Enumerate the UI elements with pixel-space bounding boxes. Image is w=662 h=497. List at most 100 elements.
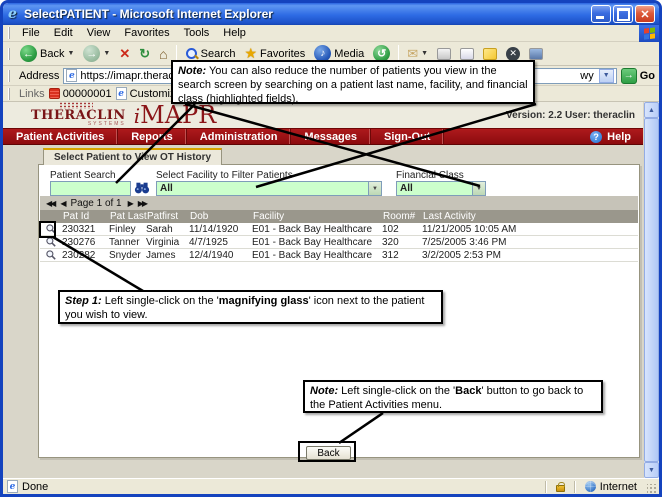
maximize-button[interactable] (613, 5, 633, 23)
link-00000001[interactable]: 00000001 (49, 88, 112, 100)
scroll-up-icon[interactable]: ▲ (644, 102, 659, 118)
table-row: 230276 Tanner Virginia 4/7/1925 E01 - Ba… (40, 236, 638, 249)
patient-search-label: Patient Search (50, 170, 116, 181)
menu-help[interactable]: Help (216, 26, 253, 40)
menu-tools[interactable]: Tools (177, 26, 217, 40)
pagination-bar: ◀◀ ◀ Page 1 of 1 ▶ ▶▶ (40, 196, 638, 210)
title-bar: e SelectPATIENT - Microsoft Internet Exp… (3, 3, 659, 25)
forward-nav-button[interactable]: → ▼ (79, 44, 114, 63)
back-nav-button[interactable]: ← Back ▼ (16, 44, 78, 63)
financial-dropdown-icon: ▼ (472, 182, 485, 195)
home-button[interactable]: ⌂ (155, 45, 171, 63)
callout-step1: Step 1: Left single-click on the 'magnif… (58, 290, 443, 324)
refresh-icon: ↻ (139, 46, 150, 62)
page-indicator: Page 1 of 1 (70, 198, 121, 209)
facility-dropdown-icon: ▼ (368, 182, 381, 195)
address-grip (8, 70, 12, 82)
magnifier-highlight-box (39, 221, 56, 238)
financial-class-select[interactable]: All ▼ (396, 181, 486, 196)
search-icon (185, 47, 198, 60)
minimize-button[interactable] (591, 5, 611, 23)
stop-icon: ✕ (119, 46, 130, 62)
link-ie-icon: e (116, 87, 127, 100)
table-row: 230282 Snyder James 12/4/1940 E01 - Back… (40, 249, 638, 262)
nav-reports[interactable]: Reports (118, 129, 187, 144)
internet-zone-icon (585, 481, 596, 492)
menu-grip (8, 27, 12, 39)
forward-dropdown-icon: ▼ (103, 50, 110, 57)
logo-dots-icon (59, 102, 93, 109)
browser-window: e SelectPATIENT - Microsoft Internet Exp… (0, 0, 662, 497)
facility-select[interactable]: All ▼ (156, 181, 382, 196)
nav-messages[interactable]: Messages (291, 129, 371, 144)
nav-administration[interactable]: Administration (187, 129, 292, 144)
scrollbar-thumb[interactable] (644, 118, 659, 462)
lock-icon (556, 485, 565, 492)
research-icon (529, 48, 543, 60)
back-icon: ← (20, 45, 37, 62)
back-button-highlight-box (298, 441, 356, 462)
tab-select-patient[interactable]: Select Patient to View OT History (43, 148, 222, 165)
stop-button[interactable]: ✕ (115, 45, 134, 63)
refresh-button[interactable]: ↻ (135, 45, 154, 63)
last-page-button[interactable]: ▶▶ (138, 199, 146, 208)
links-grip (8, 88, 12, 100)
financial-class-label: Financial Class (396, 170, 464, 181)
nav-patient-activities[interactable]: Patient Activities (3, 129, 118, 144)
menu-view[interactable]: View (80, 26, 118, 40)
toolbar-grip (8, 48, 12, 60)
callout-note-search: Note: You can also reduce the number of … (171, 60, 535, 104)
magnifying-glass-icon[interactable] (45, 249, 57, 261)
menu-edit[interactable]: Edit (47, 26, 80, 40)
resize-grip[interactable] (647, 484, 657, 494)
next-page-button[interactable]: ▶ (128, 199, 132, 208)
go-arrow-icon: → (621, 68, 637, 84)
edit-icon (460, 48, 474, 60)
patient-search-input[interactable] (50, 181, 131, 196)
binoculars-icon[interactable] (134, 181, 150, 197)
address-dropdown-icon[interactable]: ▼ (599, 69, 614, 83)
links-label: Links (19, 88, 45, 100)
notes-button[interactable] (479, 47, 501, 61)
app-nav-bar: Patient Activities Reports Administratio… (3, 128, 643, 145)
table-row: 230321 Finley Sarah 11/14/1920 E01 - Bac… (40, 223, 638, 236)
first-page-button[interactable]: ◀◀ (46, 199, 54, 208)
notes-icon (483, 48, 497, 60)
research-button[interactable] (525, 47, 547, 61)
close-button[interactable]: ✕ (635, 5, 655, 23)
nav-help[interactable]: ? Help (578, 129, 643, 144)
link-book-icon (49, 88, 60, 99)
status-bar: e Done Internet (3, 478, 659, 494)
nav-sign-out[interactable]: Sign-Out (371, 129, 444, 144)
address-label: Address (19, 70, 59, 82)
imapr-logo: iMAPR (134, 105, 217, 127)
facility-filter-label: Select Facility to Filter Patients (156, 170, 293, 181)
go-button[interactable]: → Go (621, 68, 655, 84)
back-dropdown-icon[interactable]: ▼ (67, 50, 74, 57)
edit-button[interactable] (456, 47, 478, 61)
search-button[interactable]: Search (181, 46, 240, 61)
status-text: Done (22, 481, 48, 493)
print-button[interactable] (433, 47, 455, 61)
menu-favorites[interactable]: Favorites (117, 26, 176, 40)
ie-icon: e (8, 6, 24, 22)
mail-dropdown-icon[interactable]: ▼ (421, 50, 428, 57)
prev-page-button[interactable]: ◀ (60, 199, 64, 208)
forward-icon: → (83, 45, 100, 62)
status-page-icon: e (7, 480, 18, 493)
zone-indicator: Internet (579, 481, 643, 493)
windows-flag-icon (639, 25, 659, 42)
version-user-text: Version: 2.2 User: theraclin (506, 110, 635, 127)
favicon-icon: e (66, 69, 77, 82)
messenger-block-icon: ✕ (506, 47, 520, 61)
scroll-down-icon[interactable]: ▼ (644, 462, 659, 478)
page-scrollbar[interactable]: ▲ ▼ (643, 102, 659, 478)
menu-bar: File Edit View Favorites Tools Help (3, 25, 659, 42)
callout-note-back: Note: Left single-click on the 'Back' bu… (303, 380, 603, 413)
help-icon: ? (590, 131, 602, 143)
window-title: SelectPATIENT - Microsoft Internet Explo… (24, 7, 591, 21)
menu-file[interactable]: File (15, 26, 47, 40)
print-icon (437, 48, 451, 60)
home-icon: ⌂ (159, 46, 167, 62)
url-tail-text: wy (580, 70, 593, 82)
